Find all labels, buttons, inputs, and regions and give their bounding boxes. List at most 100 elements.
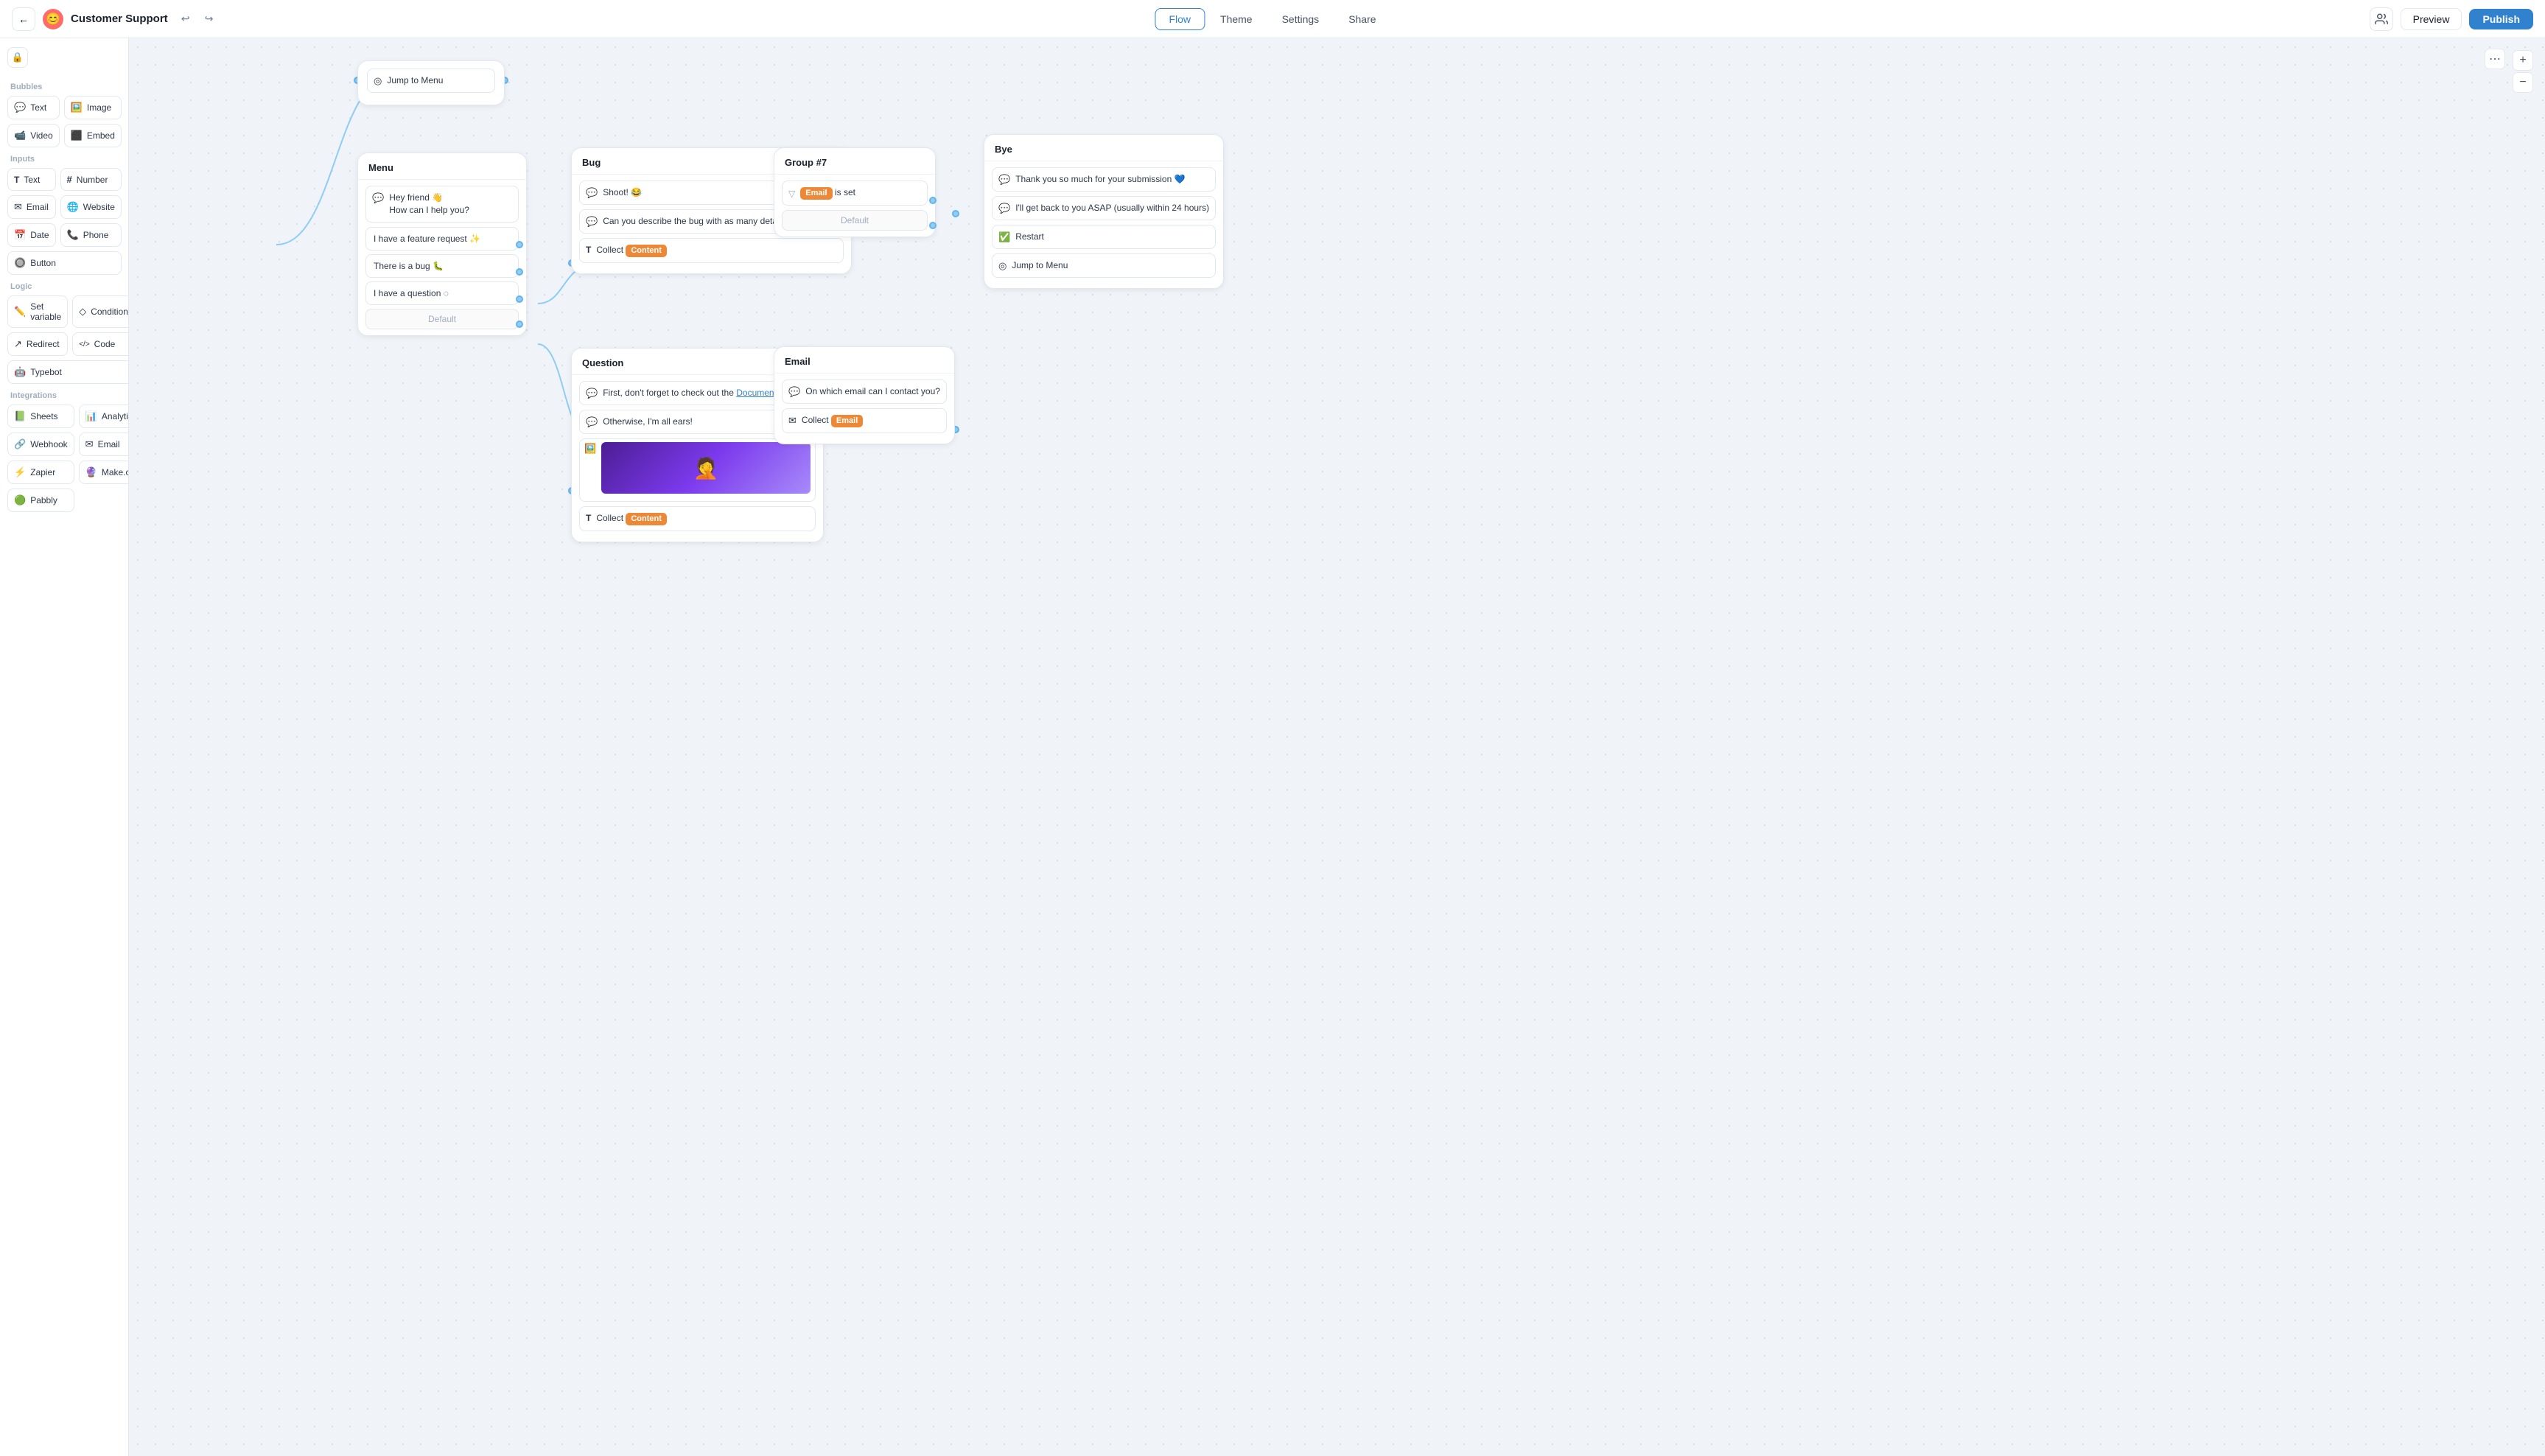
app-name: Customer Support — [71, 13, 168, 25]
bye-card[interactable]: Bye 💬 Thank you so much for your submiss… — [984, 134, 1224, 289]
bug-chat-icon-1: 💬 — [586, 187, 598, 199]
text-bubble-icon: 💬 — [14, 102, 26, 113]
email-badge-group7: Email — [800, 187, 832, 200]
sidebar-item-video[interactable]: 📹 Video — [7, 124, 60, 147]
sidebar-item-image[interactable]: 🖼️ Image — [64, 96, 122, 119]
sidebar: Start 🔒 Bubbles 💬 Text 🖼️ Image 📹 Video … — [0, 38, 129, 1456]
lock-icon[interactable]: 🔒 — [7, 47, 28, 68]
filter-icon: ▽ — [788, 189, 795, 199]
menu-card[interactable]: Menu 💬 Hey friend 👋 How can I help you? … — [357, 153, 527, 336]
sidebar-item-typebot[interactable]: 🤖 Typebot — [7, 360, 129, 384]
preview-button[interactable]: Preview — [2401, 8, 2462, 30]
sheets-icon: 📗 — [14, 410, 26, 422]
sidebar-item-condition[interactable]: ◇ Condition — [72, 295, 129, 328]
tab-flow[interactable]: Flow — [1155, 8, 1205, 30]
app-icon: 😊 — [43, 9, 63, 29]
group7-header: Group #7 — [774, 148, 935, 175]
integrations-grid: 📗 Sheets 📊 Analytics 🔗 Webhook ✉ Email ⚡… — [7, 405, 121, 512]
menu-card-header: Menu — [358, 153, 526, 180]
redo-button[interactable]: ↪ — [199, 9, 220, 29]
bye-jump-icon: ◎ — [998, 260, 1007, 272]
sidebar-item-zapier[interactable]: ⚡ Zapier — [7, 461, 74, 484]
zoom-in-button[interactable]: + — [2513, 50, 2533, 71]
bye-body: 💬 Thank you so much for your submission … — [984, 161, 1223, 288]
bye-row-4: ◎ Jump to Menu — [992, 253, 1216, 278]
conn-dot-bug — [516, 268, 523, 276]
canvas-zoom-controls: + − — [2513, 50, 2533, 93]
bubbles-grid: 💬 Text 🖼️ Image 📹 Video ⬛ Embed — [7, 96, 121, 147]
topbar-right: Preview Publish — [2370, 7, 2533, 31]
sidebar-item-code[interactable]: </> Code — [72, 332, 129, 356]
people-icon[interactable] — [2370, 7, 2393, 31]
q-image-icon: 🖼️ — [584, 443, 596, 455]
back-button[interactable]: ← — [12, 7, 35, 31]
group7-body: ▽ Email is set Default — [774, 175, 935, 237]
group7-default: Default — [782, 210, 928, 231]
undo-button[interactable]: ↩ — [175, 9, 196, 29]
sidebar-item-makecom[interactable]: 🔮 Make.com — [79, 461, 129, 484]
email-badge-collect: Email — [831, 415, 863, 427]
embed-icon: ⬛ — [71, 130, 83, 141]
sidebar-item-embed[interactable]: ⬛ Embed — [64, 124, 122, 147]
menu-option-bug[interactable]: There is a bug 🐛 — [365, 254, 519, 278]
menu-default-box: Default — [365, 309, 519, 329]
number-icon: # — [67, 174, 72, 185]
bye-chat-icon-1: 💬 — [998, 174, 1010, 186]
q-chat-icon-1: 💬 — [586, 388, 598, 399]
menu-option-feature[interactable]: I have a feature request ✨ — [365, 227, 519, 251]
email-row-2: ✉ Collect Email — [782, 408, 947, 433]
flow-canvas[interactable]: ⋯ + − ◎ Jump to Menu — [129, 38, 2545, 1456]
email-card[interactable]: Email 💬 On which email can I contact you… — [774, 346, 955, 444]
zoom-out-button[interactable]: − — [2513, 72, 2533, 93]
sidebar-item-phone[interactable]: 📞 Phone — [60, 223, 122, 247]
text-input-icon: T — [14, 175, 19, 185]
section-bubbles: Bubbles — [10, 83, 121, 91]
group7-card[interactable]: Group #7 ▽ Email is set Default — [774, 147, 936, 237]
menu-card-body: 💬 Hey friend 👋 How can I help you? I hav… — [358, 180, 526, 335]
topbar: ← 😊 Customer Support ↩ ↪ Flow Theme Sett… — [0, 0, 2545, 38]
inputs-grid: T Text # Number ✉ Email 🌐 Website 📅 Date… — [7, 168, 121, 275]
webhook-icon: 🔗 — [14, 438, 26, 450]
email-collect-icon: ✉ — [788, 415, 797, 427]
sidebar-item-email-int[interactable]: ✉ Email — [79, 433, 129, 456]
sidebar-item-redirect[interactable]: ↗ Redirect — [7, 332, 68, 356]
sidebar-item-pabbly[interactable]: 🟢 Pabbly — [7, 489, 74, 512]
typebot-icon: 🤖 — [14, 366, 26, 378]
bye-row-1: 💬 Thank you so much for your submission … — [992, 167, 1216, 192]
sidebar-item-webhook[interactable]: 🔗 Webhook — [7, 433, 74, 456]
nav-tabs: Flow Theme Settings Share — [1155, 8, 1390, 30]
publish-button[interactable]: Publish — [2469, 9, 2533, 29]
topbar-left: ← 😊 Customer Support ↩ ↪ — [12, 7, 220, 31]
conn-dot-group7-default — [929, 222, 937, 229]
sidebar-item-analytics[interactable]: 📊 Analytics — [79, 405, 129, 428]
email-row-1: 💬 On which email can I contact you? — [782, 379, 947, 404]
bye-row-3: ✅ Restart — [992, 225, 1216, 249]
sidebar-item-set-variable[interactable]: ✏️ Set variable — [7, 295, 68, 328]
sidebar-item-date[interactable]: 📅 Date — [7, 223, 56, 247]
tab-share[interactable]: Share — [1334, 8, 1390, 30]
video-icon: 📹 — [14, 130, 26, 141]
makecom-icon: 🔮 — [85, 466, 97, 478]
tab-settings[interactable]: Settings — [1268, 8, 1334, 30]
sidebar-item-text-input[interactable]: T Text — [7, 168, 56, 191]
chat-icon-menu: 💬 — [372, 192, 384, 204]
canvas-more-button[interactable]: ⋯ — [2485, 49, 2505, 69]
bye-restart-icon: ✅ — [998, 231, 1010, 243]
section-logic: Logic — [10, 282, 121, 291]
menu-option-question[interactable]: I have a question ◌ — [365, 281, 519, 305]
condition-icon: ◇ — [79, 306, 86, 318]
sidebar-item-sheets[interactable]: 📗 Sheets — [7, 405, 74, 428]
date-icon: 📅 — [14, 229, 26, 241]
sidebar-item-button[interactable]: 🔘 Button — [7, 251, 122, 275]
sidebar-item-website[interactable]: 🌐 Website — [60, 195, 122, 219]
conn-dot-feature — [516, 241, 523, 248]
q-chat-icon-2: 💬 — [586, 416, 598, 428]
question-row-4: T Collect Content — [579, 506, 816, 531]
jump-icon: ◎ — [374, 75, 382, 87]
sidebar-item-email[interactable]: ✉ Email — [7, 195, 56, 219]
sidebar-item-text-bubble[interactable]: 💬 Text — [7, 96, 60, 119]
tab-theme[interactable]: Theme — [1206, 8, 1267, 30]
sidebar-item-number[interactable]: # Number — [60, 168, 122, 191]
conn-dot-group7-email — [929, 197, 937, 204]
jump-to-menu-card[interactable]: ◎ Jump to Menu — [357, 60, 505, 105]
